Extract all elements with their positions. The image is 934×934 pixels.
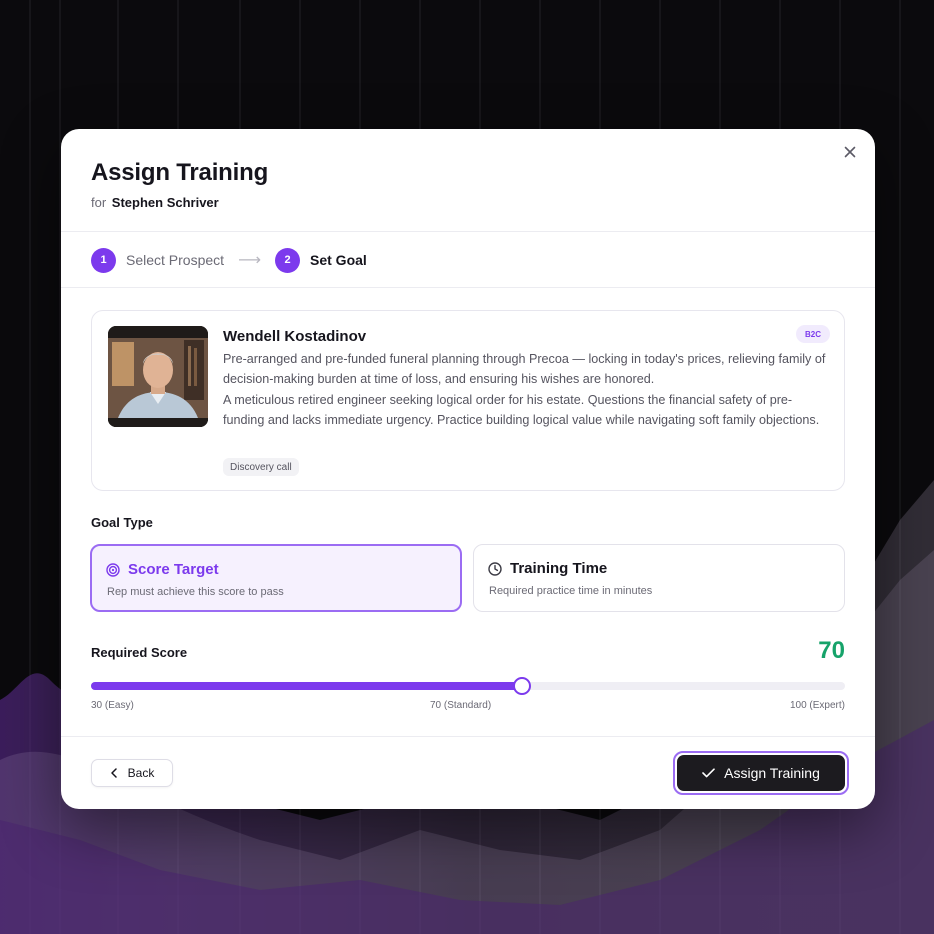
required-score-label: Required Score <box>91 645 188 660</box>
back-button[interactable]: Back <box>91 759 173 787</box>
slider-fill <box>91 682 522 690</box>
goal-option-description: Rep must achieve this score to pass <box>107 586 284 598</box>
modal-subtitle: for Stephen Schriver <box>91 195 219 210</box>
step-2-number: 2 <box>275 247 300 273</box>
step-1-number[interactable]: 1 <box>91 247 116 273</box>
step-2-label: Set Goal <box>310 252 367 268</box>
required-score-value: 70 <box>818 637 845 664</box>
goal-option-score-target[interactable]: Score Target Rep must achieve this score… <box>90 544 462 612</box>
assign-training-label: Assign Training <box>724 765 820 781</box>
slider-mid-label: 70 (Standard) <box>430 700 492 711</box>
trainee-name: Stephen Schriver <box>111 195 219 210</box>
goal-option-title: Score Target <box>128 561 219 578</box>
arrow-right-icon: ⟶ <box>238 252 261 269</box>
close-button[interactable] <box>841 143 859 161</box>
goal-type-label: Goal Type <box>91 515 153 530</box>
slider-thumb[interactable] <box>512 677 531 695</box>
chevron-left-icon <box>110 768 117 778</box>
assign-training-modal: Assign Training for Stephen Schriver 1 S… <box>61 129 875 809</box>
back-button-label: Back <box>127 766 155 780</box>
clock-icon <box>488 561 502 576</box>
goal-option-title: Training Time <box>510 560 608 577</box>
prospect-persona-description: A meticulous retired engineer seeking lo… <box>223 393 820 427</box>
stepper-divider <box>61 287 875 288</box>
assign-training-button-focus-ring: Assign Training <box>673 751 849 795</box>
check-icon <box>702 768 715 778</box>
target-icon <box>106 562 120 577</box>
slider-min-label: 30 (Easy) <box>91 700 134 711</box>
prospect-name: Wendell Kostadinov <box>223 328 367 345</box>
close-icon <box>844 146 856 158</box>
prospect-offering-description: Pre-arranged and pre-funded funeral plan… <box>223 352 826 386</box>
goal-option-description: Required practice time in minutes <box>489 585 653 597</box>
call-type-chip: Discovery call <box>223 458 299 476</box>
assign-training-button[interactable]: Assign Training <box>677 755 845 791</box>
goal-option-training-time[interactable]: Training Time Required practice time in … <box>473 544 845 612</box>
footer-divider <box>61 736 875 737</box>
header-divider <box>61 231 875 232</box>
required-score-slider[interactable] <box>91 677 845 698</box>
step-1-label[interactable]: Select Prospect <box>126 252 224 268</box>
prospect-card: Wendell Kostadinov B2C Pre-arranged and … <box>91 310 845 491</box>
b2c-badge: B2C <box>795 325 830 343</box>
modal-title: Assign Training <box>91 159 269 186</box>
prospect-photo <box>108 326 208 427</box>
subtitle-prefix: for <box>91 195 107 210</box>
stepper: 1 Select Prospect ⟶ 2 Set Goal <box>91 247 367 273</box>
slider-max-label: 100 (Expert) <box>789 700 845 711</box>
